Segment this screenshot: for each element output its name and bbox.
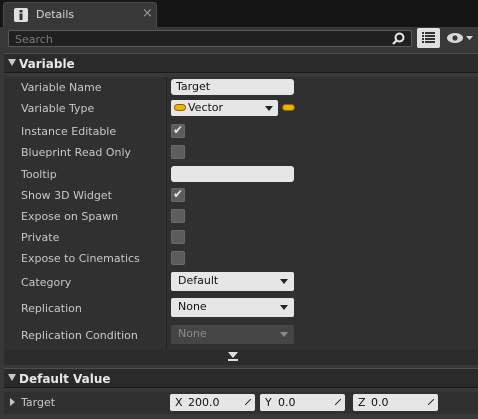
checkmark-icon: ✔ (173, 123, 184, 137)
property-label: Target (21, 396, 56, 409)
chevron-down-icon (280, 332, 288, 337)
property-label: Show 3D Widget (21, 189, 112, 202)
axis-label: Y (265, 396, 272, 409)
tab-title: Details (36, 8, 75, 21)
property-label: Category (21, 276, 72, 289)
chevron-down-icon (265, 106, 273, 111)
tab-details[interactable]: Details × (3, 2, 157, 27)
property-matrix-button[interactable] (417, 28, 440, 48)
row-instance-editable: Instance Editable ✔ (4, 121, 478, 142)
row-variable-type: Variable Type Vector (4, 98, 478, 119)
search-row: Search (0, 27, 478, 50)
replication-dropdown[interactable]: None (171, 298, 294, 317)
variable-type-value: Vector (188, 101, 224, 114)
replication-value: None (178, 300, 207, 313)
property-label: Variable Type (21, 102, 95, 115)
variable-properties: Variable Name Target Variable Type Vecto… (4, 77, 478, 349)
row-blueprint-read-only: Blueprint Read Only (4, 142, 478, 163)
section-title: Variable (19, 57, 75, 71)
chevron-down-icon (280, 305, 288, 310)
checkmark-icon: ✔ (173, 187, 184, 201)
row-category: Category Default (4, 272, 478, 293)
row-tooltip: Tooltip (4, 164, 478, 185)
x-value: 200.0 (188, 396, 220, 409)
variable-type-dropdown[interactable]: Vector (171, 100, 278, 116)
expose-to-cinematics-checkbox[interactable] (171, 251, 185, 265)
row-replication: Replication None (4, 298, 478, 319)
axis-label: X (175, 396, 183, 409)
property-label: Expose on Spawn (21, 210, 119, 223)
z-value: 0.0 (371, 396, 389, 409)
category-dropdown[interactable]: Default (171, 272, 294, 291)
property-matrix-icon (422, 32, 435, 43)
y-value: 0.0 (278, 396, 296, 409)
expand-bar-line (228, 359, 238, 361)
axis-label: Z (358, 396, 366, 409)
resize-grip-icon (245, 399, 251, 405)
property-label: Instance Editable (21, 125, 117, 138)
default-value-section-header[interactable]: Default Value (4, 368, 478, 388)
variable-name-input[interactable]: Target (171, 79, 294, 95)
target-y-input[interactable]: Y 0.0 (260, 394, 345, 411)
expand-arrow-icon[interactable] (10, 398, 15, 406)
search-input[interactable]: Search (8, 30, 412, 47)
row-private: Private (4, 227, 478, 248)
info-icon (14, 8, 28, 22)
variable-section-header[interactable]: Variable (4, 53, 478, 73)
collapse-arrow-icon (8, 59, 16, 66)
tab-close-icon[interactable]: × (142, 6, 153, 21)
advanced-expand-bar[interactable] (4, 349, 478, 365)
row-expose-to-cinematics: Expose to Cinematics (4, 248, 478, 269)
target-z-input[interactable]: Z 0.0 (353, 394, 438, 411)
instance-editable-checkbox[interactable]: ✔ (171, 123, 185, 138)
search-placeholder: Search (15, 33, 53, 46)
collapse-arrow-icon (8, 374, 16, 381)
container-type-button[interactable] (282, 104, 295, 111)
expose-on-spawn-checkbox[interactable] (171, 209, 185, 223)
property-label: Variable Name (21, 81, 102, 94)
property-label: Expose to Cinematics (21, 252, 140, 265)
target-x-input[interactable]: X 200.0 (170, 394, 255, 411)
vector-type-pin-icon (174, 104, 186, 111)
row-target: Target X 200.0 Y 0.0 Z 0.0 (4, 392, 478, 414)
row-variable-name: Variable Name Target (4, 77, 478, 98)
property-label: Blueprint Read Only (21, 146, 132, 159)
blueprint-read-only-checkbox[interactable] (171, 145, 185, 159)
resize-grip-icon (428, 399, 434, 405)
replication-condition-value: None (178, 327, 207, 340)
expand-arrow-icon (228, 352, 238, 358)
resize-grip-icon (335, 399, 341, 405)
property-label: Replication (21, 302, 82, 315)
row-expose-on-spawn: Expose on Spawn (4, 206, 478, 227)
chevron-down-icon (280, 279, 288, 284)
property-label: Replication Condition (21, 329, 138, 342)
property-label: Private (21, 231, 60, 244)
row-show-3d-widget: Show 3D Widget ✔ (4, 185, 478, 206)
row-replication-condition: Replication Condition None (4, 325, 478, 346)
eye-icon[interactable] (446, 32, 474, 44)
private-checkbox[interactable] (171, 230, 185, 244)
property-label: Tooltip (21, 168, 57, 181)
replication-condition-dropdown: None (171, 325, 294, 344)
category-value: Default (178, 274, 219, 287)
details-panel: Search Variable Variable Name Target Var… (0, 27, 478, 419)
section-title: Default Value (19, 372, 111, 386)
search-icon (392, 32, 405, 45)
tooltip-input[interactable] (171, 166, 294, 182)
tab-bar: Details × (0, 0, 478, 27)
show-3d-widget-checkbox[interactable]: ✔ (171, 187, 185, 202)
